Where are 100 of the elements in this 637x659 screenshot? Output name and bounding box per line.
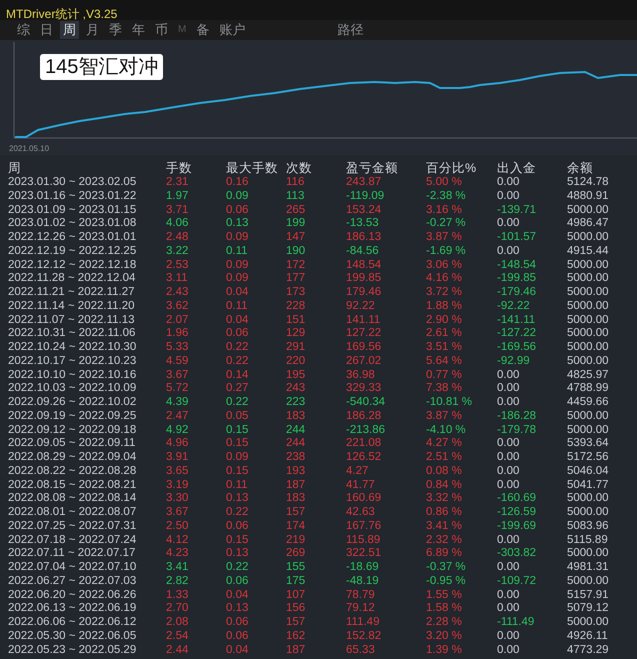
table-cell-text: 151 (286, 314, 306, 328)
tab[interactable]: 备 (193, 21, 212, 39)
table-cell-text: -13.53 (346, 217, 380, 231)
table-cell-text: 267.02 (346, 354, 382, 368)
table-cell-text: 2.47 (166, 410, 190, 424)
table-cell-text: 2022.10.03 ~ 2022.10.09 (8, 382, 138, 396)
table-cell-text: 5000.00 (567, 410, 610, 424)
table-cell-text: 5000.00 (567, 314, 610, 328)
table-cell-text: 4880.91 (567, 190, 610, 204)
column-header[interactable]: 周 (8, 161, 166, 176)
table-cell-text: 186.13 (346, 231, 382, 245)
table-cell-text: 5046.04 (567, 464, 610, 478)
column-header[interactable]: 余额 (567, 161, 637, 176)
column-header[interactable]: 盈亏金额 (346, 161, 426, 176)
table-cell-text: 0.05 (226, 410, 250, 424)
table-cell-text: 129 (286, 327, 306, 341)
table-cell-text: 2.90 % (426, 314, 463, 328)
table-cell-text: -126.59 (497, 506, 538, 520)
table-cell-text: 3.30 (166, 492, 190, 506)
table-cell-text: 148.54 (346, 258, 382, 272)
table-cell-text: 127.22 (346, 327, 382, 341)
column-header[interactable]: 手数 (166, 161, 226, 176)
table-cell-text: -179.46 (497, 286, 538, 300)
tab[interactable]: 路径 (334, 21, 366, 39)
axis-date-label: 2021.05.10 (9, 144, 50, 153)
tab[interactable]: 日 (37, 21, 56, 39)
table-cell-text: 2022.08.08 ~ 2022.08.14 (8, 492, 138, 506)
table-cell-text: 0.00 (497, 451, 520, 465)
table-cell-text: 2022.09.05 ~ 2022.09.11 (8, 437, 136, 451)
table-cell-text: 5.72 (166, 382, 190, 396)
table-cell-text: 5000.00 (567, 300, 610, 314)
table-cell-text: 223 (286, 396, 306, 410)
table-cell-text: 0.06 (226, 574, 250, 588)
table-cell-text: 2022.12.26 ~ 2023.01.01 (8, 231, 138, 245)
table-cell-text: 4986.47 (567, 217, 610, 231)
table-cell-text: 183 (286, 492, 306, 506)
table-cell-text: 2.50 (166, 520, 190, 534)
table-cell-text: 0.06 (226, 327, 250, 341)
table-cell-text: 0.04 (226, 644, 250, 658)
table-cell-text: 169.56 (346, 341, 382, 355)
table-cell-text: 2.31 (166, 176, 190, 190)
tab[interactable]: 账户 (216, 21, 248, 39)
table-cell-text: 153.24 (346, 204, 382, 218)
table-cell-text: 2022.09.19 ~ 2022.09.25 (8, 410, 138, 424)
table-cell-text: 1.88 % (426, 300, 463, 314)
table-cell-text: 2.07 (166, 314, 190, 328)
column-header[interactable]: 次数 (286, 161, 346, 176)
table-cell-text: -18.69 (346, 561, 380, 575)
table-cell-text: -179.78 (497, 424, 538, 438)
table-cell-text: 0.06 (226, 616, 250, 630)
table-cell-text: 2022.08.01 ~ 2022.08.07 (8, 506, 138, 520)
table-cell-text: 5.33 (166, 341, 190, 355)
table-cell-text: 1.96 (166, 327, 190, 341)
table-cell-text: 113 (286, 190, 306, 204)
table-cell-text: 2022.06.27 ~ 2022.07.03 (8, 574, 138, 588)
tab[interactable]: 币 (152, 21, 171, 39)
table-cell-text: 0.00 (497, 217, 520, 231)
table-cell-text: 0.06 (226, 204, 250, 218)
table-cell-text: 291 (286, 341, 306, 355)
column-header[interactable]: 百分比% (426, 161, 497, 176)
table-cell-text: 3.62 (166, 300, 190, 314)
table-cell-text: -92.22 (497, 300, 531, 314)
table-cell-text: 190 (286, 244, 306, 258)
table-cell-text: 111.49 (346, 616, 380, 630)
table-cell-text: 2022.11.28 ~ 2022.12.04 (8, 272, 136, 286)
table-cell-text: 4915.44 (567, 244, 610, 258)
table-cell-text: 5157.91 (567, 588, 610, 602)
table-cell-text: -0.27 % (426, 217, 467, 231)
table-cell-text: 2022.07.25 ~ 2022.07.31 (8, 520, 138, 534)
table-cell-text: 5000.00 (567, 327, 610, 341)
table-cell-text: 221.08 (346, 437, 382, 451)
tab[interactable]: 周 (60, 21, 79, 39)
tab[interactable]: 季 (106, 21, 125, 39)
table-cell-text: 0.00 (497, 561, 520, 575)
table-cell-text: 2022.08.15 ~ 2022.08.21 (8, 478, 138, 492)
column-header[interactable]: 最大手数 (226, 161, 286, 176)
table-cell-text: 0.14 (226, 368, 250, 382)
table-cell-text: -540.34 (346, 396, 386, 410)
tab[interactable]: 月 (83, 21, 102, 39)
table-cell-text: 0.11 (226, 244, 249, 258)
table-cell-text: 244 (286, 424, 306, 438)
table-cell-text: 152.82 (346, 630, 382, 644)
table-cell-text: 0.00 (497, 534, 520, 548)
table-cell-text: -0.37 % (426, 561, 467, 575)
table-cell-text: 116 (286, 176, 306, 190)
column-header[interactable]: 出入金 (497, 161, 567, 176)
tab[interactable]: 综 (14, 21, 33, 39)
table-cell-text: -148.54 (497, 258, 538, 272)
table-cell-text: 5000.00 (567, 341, 610, 355)
table-cell-text: 1.33 (166, 588, 190, 602)
table-cell-text: 172 (286, 258, 306, 272)
table-cell-text: 0.09 (226, 451, 250, 465)
table-cell-text: 36.98 (346, 368, 376, 382)
table-cell-text: 243 (286, 382, 306, 396)
tab[interactable]: 年 (129, 21, 148, 39)
table-cell-text: -109.72 (497, 574, 538, 588)
table-cell-text: 3.20 % (426, 630, 463, 644)
table-cell-text: 0.04 (226, 286, 250, 300)
table-cell-text: 3.67 (166, 368, 190, 382)
table-cell-text: 187 (286, 478, 306, 492)
